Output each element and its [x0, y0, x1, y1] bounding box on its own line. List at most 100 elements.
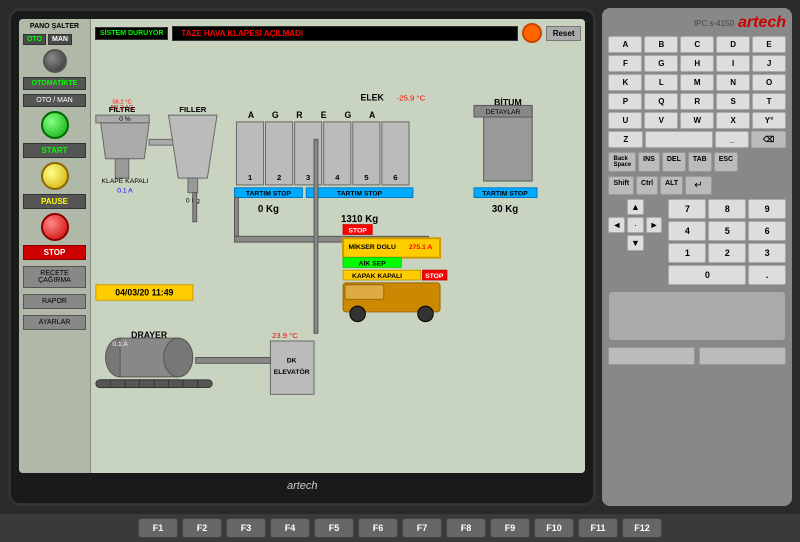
key-f3[interactable]: F3 — [226, 518, 266, 538]
nav-down[interactable]: ▼ — [627, 235, 644, 251]
key-shift[interactable]: Shift — [608, 176, 634, 195]
key-j[interactable]: J — [752, 55, 786, 72]
svg-text:STOP: STOP — [425, 273, 444, 280]
key-r[interactable]: R — [680, 93, 714, 110]
nav-center[interactable]: · — [627, 217, 644, 233]
key-y[interactable]: Y° — [752, 112, 786, 129]
key-f9[interactable]: F9 — [490, 518, 530, 538]
key-2[interactable]: 2 — [708, 243, 746, 263]
key-q[interactable]: Q — [644, 93, 678, 110]
key-f7[interactable]: F7 — [402, 518, 442, 538]
man-button[interactable]: MAN — [48, 34, 72, 45]
key-dot[interactable]: . — [748, 265, 786, 285]
key-v[interactable]: V — [644, 112, 678, 129]
bottom-keyboard: ▲ ◄ · ► ▼ 7 8 9 4 5 6 1 2 — [608, 199, 786, 285]
oto-button[interactable]: OTO — [23, 34, 46, 45]
key-alt[interactable]: ALT — [660, 176, 683, 195]
key-9[interactable]: 9 — [748, 199, 786, 219]
key-underscore[interactable]: _ — [715, 131, 750, 148]
key-h[interactable]: H — [680, 55, 714, 72]
key-f8[interactable]: F8 — [446, 518, 486, 538]
svg-text:23.9 °C: 23.9 °C — [272, 331, 298, 340]
ipc-label: IPC s-4150 — [694, 19, 734, 28]
key-f6[interactable]: F6 — [358, 518, 398, 538]
key-del[interactable]: DEL — [662, 152, 686, 172]
key-o[interactable]: O — [752, 74, 786, 91]
svg-text:R: R — [296, 110, 303, 120]
key-5[interactable]: 5 — [708, 221, 746, 241]
key-z[interactable]: Z — [608, 131, 643, 148]
key-ins[interactable]: INS — [638, 152, 660, 172]
nav-left[interactable]: ◄ — [608, 217, 625, 233]
key-p[interactable]: P — [608, 93, 642, 110]
key-tab[interactable]: TAB — [688, 152, 712, 172]
key-b[interactable]: B — [644, 36, 678, 53]
key-f1[interactable]: F1 — [138, 518, 178, 538]
start-button[interactable]: START — [23, 143, 86, 158]
touchpad-left-button[interactable] — [608, 347, 695, 365]
otomatik-button[interactable]: OTOMATİKTE — [23, 77, 86, 90]
nav-up[interactable]: ▲ — [627, 199, 644, 215]
key-ctrl[interactable]: Ctrl — [636, 176, 658, 195]
ayarlar-button[interactable]: AYARLAR — [23, 315, 86, 330]
recete-cagirma-button[interactable]: RECETEÇAĞIRMA — [23, 266, 86, 288]
key-f12[interactable]: F12 — [622, 518, 662, 538]
key-t[interactable]: T — [752, 93, 786, 110]
svg-text:KLAPE KAPALI: KLAPE KAPALI — [101, 178, 148, 185]
touchpad-right-button[interactable] — [699, 347, 786, 365]
svg-text:MİKSER DOLU: MİKSER DOLU — [348, 243, 395, 251]
key-s[interactable]: S — [716, 93, 750, 110]
svg-text:5: 5 — [364, 173, 369, 182]
monitor: PANO ŞALTER OTO MAN OTOMATİKTE OTO / MAN… — [8, 8, 596, 506]
key-m[interactable]: M — [680, 74, 714, 91]
touchpad[interactable] — [608, 291, 786, 341]
key-f10[interactable]: F10 — [534, 518, 574, 538]
key-i[interactable]: I — [716, 55, 750, 72]
key-f11[interactable]: F11 — [578, 518, 618, 538]
svg-text:AİK SEP: AİK SEP — [359, 259, 387, 267]
pano-switch[interactable] — [43, 49, 67, 73]
key-u[interactable]: U — [608, 112, 642, 129]
key-x[interactable]: X — [716, 112, 750, 129]
oto-man-button[interactable]: OTO / MAN — [23, 94, 86, 107]
svg-text:DETAYLAR: DETAYLAR — [486, 109, 521, 116]
nav-right[interactable]: ► — [646, 217, 663, 233]
key-e[interactable]: E — [752, 36, 786, 53]
key-row-2: F G H I J — [608, 55, 786, 72]
key-n[interactable]: N — [716, 74, 750, 91]
key-backspace[interactable]: ⌫ — [751, 131, 786, 148]
touchpad-buttons — [608, 347, 786, 365]
key-f2[interactable]: F2 — [182, 518, 222, 538]
svg-text:04/03/20 11:49: 04/03/20 11:49 — [115, 287, 173, 297]
key-8[interactable]: 8 — [708, 199, 746, 219]
key-a[interactable]: A — [608, 36, 642, 53]
key-c[interactable]: C — [680, 36, 714, 53]
key-1[interactable]: 1 — [668, 243, 706, 263]
key-l[interactable]: L — [644, 74, 678, 91]
svg-text:30 Kg: 30 Kg — [492, 204, 518, 215]
key-6[interactable]: 6 — [748, 221, 786, 241]
pause-button[interactable]: PAUSE — [23, 194, 86, 209]
key-row-3: K L M N O — [608, 74, 786, 91]
rapor-button[interactable]: RAPOR — [23, 294, 86, 309]
key-esc[interactable]: ESC — [714, 152, 738, 172]
key-f4[interactable]: F4 — [270, 518, 310, 538]
stop-button[interactable]: STOP — [23, 245, 86, 260]
key-g[interactable]: G — [644, 55, 678, 72]
key-k[interactable]: K — [608, 74, 642, 91]
svg-text:A: A — [248, 110, 255, 120]
svg-text:ELEK: ELEK — [361, 93, 385, 103]
key-0[interactable]: 0 — [668, 265, 746, 285]
key-f[interactable]: F — [608, 55, 642, 72]
keyboard-panel: IPC s-4150 artech A B C D E F G H I J K — [602, 8, 792, 506]
key-w[interactable]: W — [680, 112, 714, 129]
key-3[interactable]: 3 — [748, 243, 786, 263]
key-backspace-label[interactable]: BackSpace — [608, 152, 636, 172]
key-f5[interactable]: F5 — [314, 518, 354, 538]
key-4[interactable]: 4 — [668, 221, 706, 241]
key-d[interactable]: D — [716, 36, 750, 53]
key-space[interactable] — [645, 131, 712, 148]
svg-text:TARTIM STOP: TARTIM STOP — [337, 191, 383, 198]
key-7[interactable]: 7 — [668, 199, 706, 219]
key-enter[interactable]: ↵ — [685, 176, 711, 195]
